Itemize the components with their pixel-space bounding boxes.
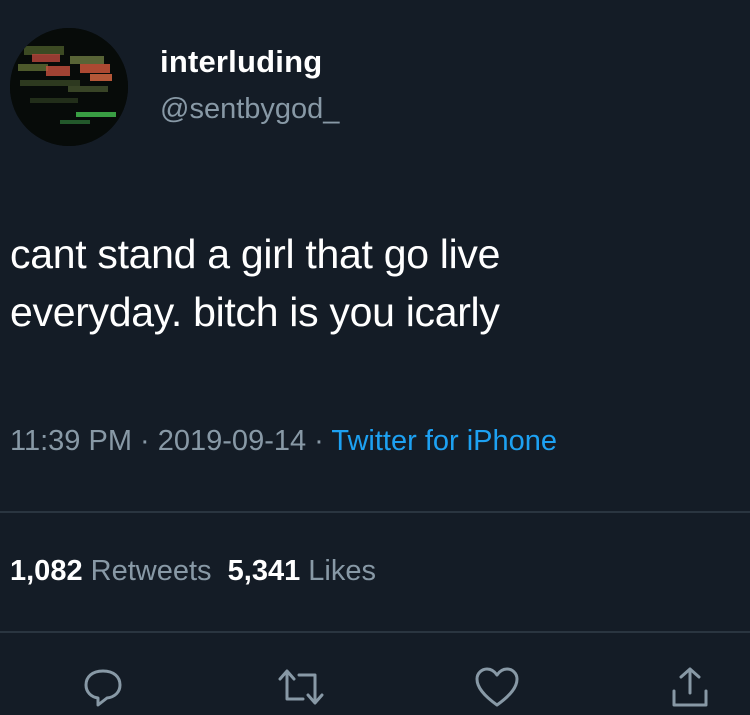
avatar[interactable]	[10, 28, 128, 146]
tweet-text-line: everyday. bitch is you icarly	[10, 289, 500, 335]
tweet-text-line: cant stand a girl that go live	[10, 231, 501, 277]
tweet-meta: 11:39 PM · 2019-09-14 · Twitter for iPho…	[10, 425, 557, 458]
likes-stat[interactable]: 5,341 Likes	[228, 555, 376, 587]
meta-separator: ·	[131, 425, 158, 457]
avatar-image	[10, 28, 128, 146]
reply-icon	[84, 669, 122, 707]
tweet-source-link[interactable]: Twitter for iPhone	[331, 425, 557, 457]
tweet-stats: 1,082 Retweets 5,341 Likes	[10, 555, 376, 588]
divider	[0, 631, 750, 633]
likes-count: 5,341	[227, 555, 301, 587]
tweet-actions	[0, 660, 750, 715]
retweets-stat[interactable]: 1,082 Retweets	[10, 555, 212, 587]
display-name[interactable]: interluding	[160, 44, 322, 80]
retweet-icon	[278, 669, 324, 705]
retweets-label: Retweets	[90, 555, 212, 587]
like-icon	[475, 667, 519, 707]
retweets-count: 1,082	[10, 555, 83, 587]
divider	[0, 511, 750, 513]
tweet-date: 2019-09-14	[157, 425, 307, 457]
reply-button[interactable]	[76, 660, 130, 714]
share-button[interactable]	[663, 660, 717, 714]
likes-label: Likes	[308, 555, 376, 587]
tweet-text: cant stand a girl that go live everyday.…	[10, 225, 740, 341]
user-handle[interactable]: @sentbygod_	[160, 93, 339, 126]
tweet-detail: interluding @sentbygod_ cant stand a gir…	[0, 0, 750, 715]
tweet-time: 11:39 PM	[10, 425, 132, 457]
share-icon	[672, 667, 708, 707]
retweet-button[interactable]	[274, 660, 328, 714]
like-button[interactable]	[470, 660, 524, 714]
meta-separator: ·	[306, 425, 332, 457]
